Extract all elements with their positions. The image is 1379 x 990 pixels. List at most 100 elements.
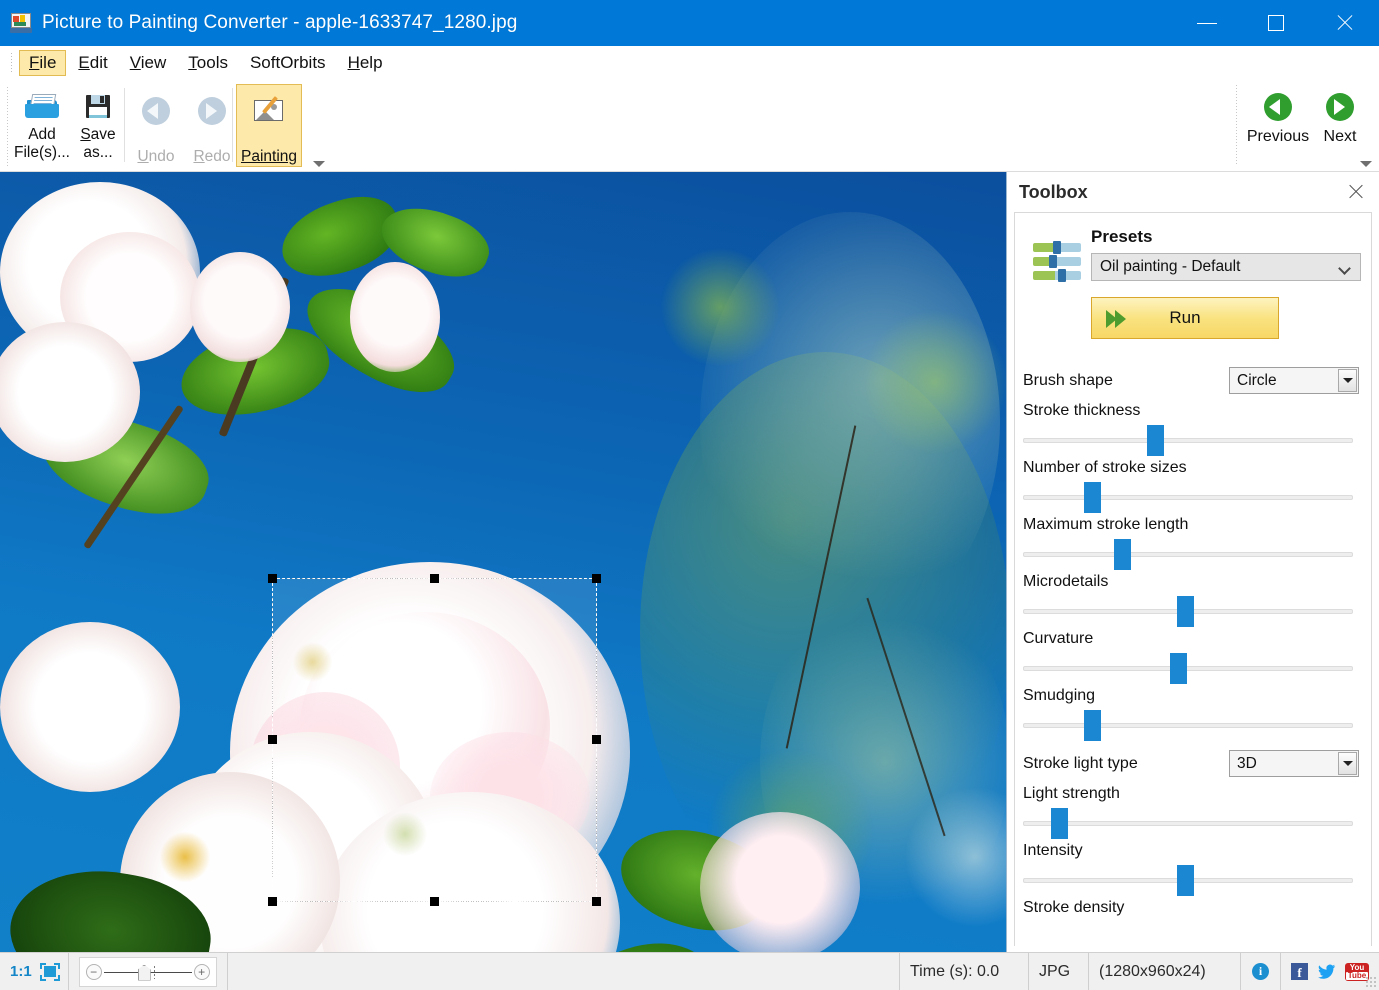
stroke-thickness-block: Stroke thickness — [1023, 402, 1359, 456]
toolbar-grip-icon — [6, 86, 10, 166]
painting-icon — [251, 94, 287, 126]
chevron-down-icon — [1340, 264, 1350, 270]
menu-grip-icon — [10, 52, 14, 74]
slider-thumb[interactable] — [1051, 808, 1069, 839]
run-button[interactable]: Run — [1091, 297, 1279, 339]
maximize-button[interactable] — [1241, 0, 1310, 46]
intensity-slider[interactable] — [1023, 865, 1353, 896]
microdetails-label: Microdetails — [1023, 573, 1109, 590]
menu-item-file[interactable]: File — [19, 50, 67, 76]
menu-item-edit[interactable]: Edit — [68, 50, 117, 76]
zoom-slider-cell: − + — [67, 952, 228, 990]
presets-sliders-icon — [1033, 241, 1083, 283]
next-label: Next — [1323, 128, 1357, 145]
toolbar-overflow-right-icon[interactable] — [1359, 157, 1373, 169]
fit-to-screen-icon[interactable] — [39, 962, 60, 981]
slider-track — [1023, 552, 1353, 557]
stroke-thickness-slider[interactable] — [1023, 425, 1353, 456]
twitter-icon[interactable] — [1317, 964, 1336, 980]
undo-button[interactable]: Undo — [128, 84, 184, 166]
brush-shape-select[interactable]: Circle — [1229, 367, 1359, 394]
light-strength-label: Light strength — [1023, 785, 1120, 802]
selection-handle-sw[interactable] — [268, 897, 277, 906]
selection-handle-se[interactable] — [592, 897, 601, 906]
previous-arrow-icon — [1260, 90, 1296, 122]
nav-grip-icon — [1235, 84, 1239, 164]
stroke-density-label: Stroke density — [1023, 899, 1125, 916]
painting-button[interactable]: Painting — [236, 84, 302, 167]
application-window: Picture to Painting Converter - apple-16… — [0, 0, 1379, 990]
intensity-block: Intensity — [1023, 842, 1359, 896]
menu-item-tools[interactable]: Tools — [178, 50, 238, 76]
previous-button[interactable]: Previous — [1247, 84, 1309, 168]
facebook-icon[interactable]: f — [1291, 963, 1308, 980]
dimensions-text: (1280x960x24) — [1099, 962, 1206, 980]
slider-track — [1023, 666, 1353, 671]
minimize-icon — [1196, 22, 1217, 24]
save-as-label-line2: as... — [83, 144, 113, 161]
minimize-button[interactable] — [1172, 0, 1241, 46]
toolbar-separator-2 — [232, 88, 233, 162]
selection-handle-ne[interactable] — [592, 574, 601, 583]
menu-item-softorbits[interactable]: SoftOrbits — [240, 50, 336, 76]
status-bar-spacer — [228, 953, 899, 990]
maximum-stroke-length-label: Maximum stroke length — [1023, 516, 1189, 533]
number-of-stroke-sizes-slider[interactable] — [1023, 482, 1353, 513]
info-icon[interactable]: i — [1252, 963, 1269, 980]
selection-handle-nw[interactable] — [268, 574, 277, 583]
smudging-block: Smudging — [1023, 687, 1359, 741]
brush-shape-label: Brush shape — [1023, 371, 1113, 389]
selection-rectangle[interactable] — [268, 574, 601, 906]
preset-select[interactable]: Oil painting - Default — [1091, 253, 1361, 281]
microdetails-slider[interactable] — [1023, 596, 1353, 627]
light-strength-slider[interactable] — [1023, 808, 1353, 839]
slider-thumb[interactable] — [1176, 865, 1194, 896]
next-button[interactable]: Next — [1309, 84, 1371, 168]
smudging-slider[interactable] — [1023, 710, 1353, 741]
curvature-label: Curvature — [1023, 630, 1094, 647]
format-text: JPG — [1039, 962, 1071, 980]
toolbox-title: Toolbox — [1019, 181, 1088, 202]
slider-thumb[interactable] — [1170, 653, 1188, 684]
status-bar: 1:1 − + Time (s): 0.0 JPG (1280x960x24) … — [0, 952, 1379, 990]
preset-select-value: Oil painting - Default — [1100, 258, 1241, 275]
zoom-slider[interactable]: − + — [78, 956, 217, 987]
slider-track — [1023, 723, 1353, 728]
add-files-button[interactable]: Add File(s)... — [14, 84, 70, 164]
selection-handle-w[interactable] — [268, 735, 277, 744]
zoom-slider-thumb[interactable] — [137, 964, 151, 981]
add-files-label-line2: File(s)... — [14, 144, 70, 161]
close-button[interactable] — [1310, 0, 1379, 46]
toolbar-file-group: Add File(s)... Save as... — [14, 84, 126, 168]
effect-controls-list: Brush shape Circle Stroke thickness Numb… — [1015, 339, 1371, 917]
resize-grip-icon[interactable] — [1365, 976, 1377, 988]
menu-item-view[interactable]: View — [120, 50, 177, 76]
time-cell: Time (s): 0.0 — [899, 952, 1029, 990]
save-as-button[interactable]: Save as... — [70, 84, 126, 164]
time-text: Time (s): 0.0 — [910, 962, 1000, 980]
toolbox-close-icon[interactable] — [1345, 181, 1367, 203]
curvature-slider[interactable] — [1023, 653, 1353, 684]
slider-thumb[interactable] — [1147, 425, 1164, 456]
slider-thumb[interactable] — [1176, 596, 1194, 627]
stroke-light-type-select[interactable]: 3D — [1229, 750, 1359, 777]
zoom-in-button[interactable]: + — [193, 963, 210, 980]
info-cell[interactable]: i — [1241, 952, 1281, 990]
zoom-out-button[interactable]: − — [85, 963, 102, 980]
microdetails-block: Microdetails — [1023, 573, 1359, 627]
window-controls — [1172, 0, 1379, 46]
menu-item-help[interactable]: Help — [338, 50, 393, 76]
menu-bar: File Edit View Tools SoftOrbits Help — [0, 46, 1379, 80]
image-canvas[interactable] — [0, 172, 1006, 952]
slider-thumb[interactable] — [1084, 482, 1102, 513]
toolbar-history-group: Undo Redo — [128, 84, 240, 168]
slider-thumb[interactable] — [1114, 539, 1131, 570]
toolbar-overflow-left-icon[interactable] — [312, 157, 326, 169]
toolbar-separator-1 — [124, 88, 125, 162]
slider-thumb[interactable] — [1084, 710, 1102, 741]
light-strength-block: Light strength — [1023, 785, 1359, 839]
selection-handle-n[interactable] — [429, 574, 439, 583]
maximum-stroke-length-slider[interactable] — [1023, 539, 1353, 570]
selection-handle-e[interactable] — [592, 735, 601, 744]
selection-handle-s[interactable] — [429, 897, 439, 906]
